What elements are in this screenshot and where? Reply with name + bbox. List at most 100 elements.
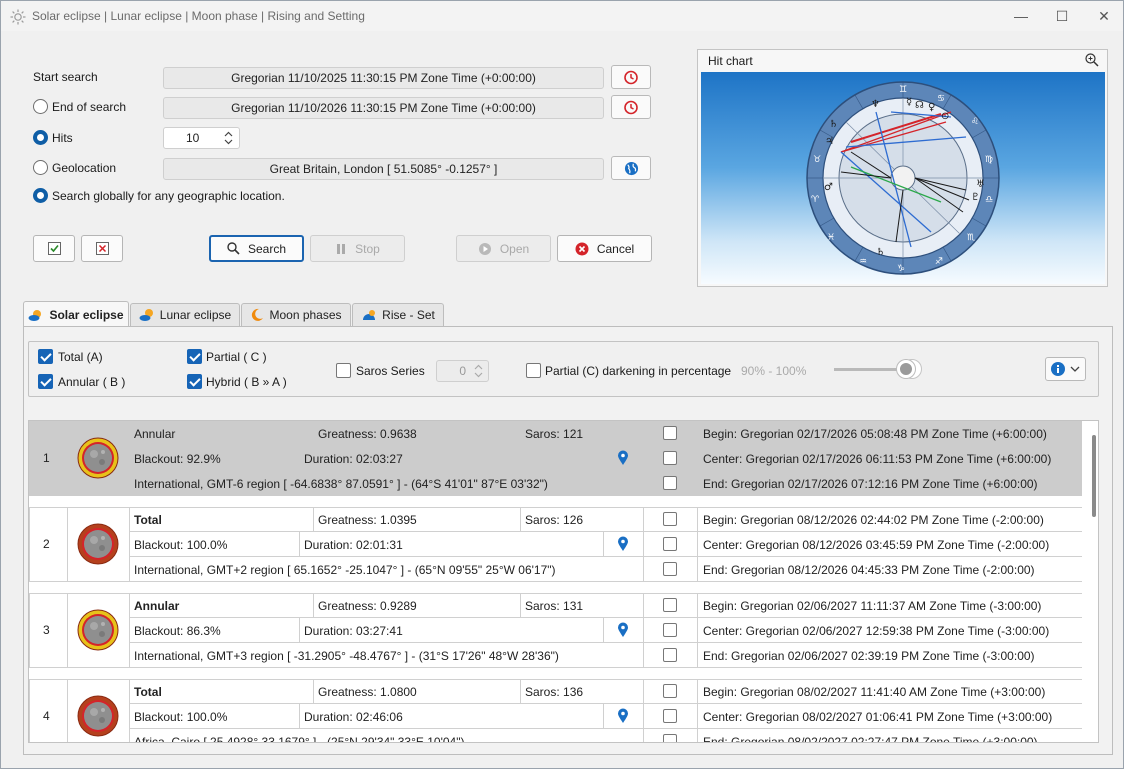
filter-total-checkbox[interactable] <box>38 349 53 364</box>
duration-value: Duration: 02:01:31 <box>304 538 403 552</box>
stop-button[interactable]: Stop <box>310 235 405 262</box>
col-divider <box>643 593 644 668</box>
search-button-label: Search <box>247 241 287 256</box>
saros-series-checkbox[interactable] <box>336 363 351 378</box>
row-inner-line <box>129 642 1082 643</box>
tab-label: Moon phases <box>269 308 342 322</box>
location-value: Africa, Cairo [ 25.4928° 33.1679° ] - (2… <box>134 735 465 743</box>
filter-partial-checkbox[interactable] <box>187 349 202 364</box>
tab-lunar-eclipse[interactable]: Lunar eclipse <box>130 303 240 326</box>
hits-radio[interactable] <box>33 130 48 145</box>
center-checkbox[interactable] <box>663 623 677 637</box>
cell-divider <box>603 703 604 728</box>
geolocation-label: Geolocation <box>52 161 117 175</box>
tab-label: Solar eclipse <box>49 307 124 322</box>
results-scrollbar[interactable] <box>1092 435 1096 517</box>
check-all-button[interactable] <box>33 235 75 262</box>
begin-time: Begin: Gregorian 02/17/2026 05:08:48 PM … <box>703 427 1047 441</box>
checkbox-checked-icon <box>47 242 61 255</box>
hits-stepper[interactable]: 10 <box>163 127 240 149</box>
col-divider <box>129 507 130 582</box>
center-time: Center: Gregorian 02/06/2027 12:59:38 PM… <box>703 624 1050 638</box>
end-checkbox[interactable] <box>663 476 677 490</box>
hits-label: Hits <box>52 131 73 145</box>
zoom-in-icon[interactable] <box>1085 53 1099 67</box>
end-checkbox[interactable] <box>663 648 677 662</box>
open-button[interactable]: Open <box>456 235 551 262</box>
tab-rise-set[interactable]: Rise - Set <box>352 303 444 326</box>
tab-moon-phases[interactable]: Moon phases <box>241 303 351 326</box>
end-checkbox[interactable] <box>663 734 677 742</box>
center-checkbox[interactable] <box>663 709 677 723</box>
geolocation-radio[interactable] <box>33 160 48 175</box>
begin-checkbox[interactable] <box>663 684 677 698</box>
astro-chart-canvas[interactable]: ♊ ♋ ♌ ♍ ♎ ♏ ♐ ♑ ♒ ♓ ♈ ♉ ♆ ☿ ☊ ♀ ⊙ ♄ ♃ ♂ … <box>701 72 1105 284</box>
duration-value: Duration: 02:46:06 <box>304 710 403 724</box>
end-search-radio[interactable] <box>33 99 48 114</box>
cancel-button[interactable]: Cancel <box>557 235 652 262</box>
minimize-icon: — <box>1014 8 1028 24</box>
astro-wheel: ♊♋♌ ♍♎♏ ♐♑♒ ♓♈♉ ♆ ☿ ☊ ♀⊙♄ ♃♂ ♅ ♇♄ <box>806 81 1000 275</box>
center-checkbox[interactable] <box>663 451 677 465</box>
stepper-arrows-icon[interactable] <box>474 364 483 378</box>
darkening-label: Partial (C) darkening in percentage <box>545 364 732 378</box>
svg-text:♋: ♋ <box>937 94 945 104</box>
map-pin-icon[interactable] <box>617 450 629 466</box>
center-checkbox[interactable] <box>663 537 677 551</box>
svg-text:♄: ♄ <box>829 119 838 130</box>
table-row[interactable]: 4 Total Greatness: 1.0800 Saros: 136 Blackou… <box>29 679 1082 743</box>
cell-divider <box>299 617 300 642</box>
maximize-button[interactable]: ☐ <box>1039 1 1085 31</box>
crescent-moon-icon <box>252 308 264 321</box>
begin-time: Begin: Gregorian 08/12/2026 02:44:02 PM … <box>703 513 1044 527</box>
uncheck-all-button[interactable] <box>81 235 123 262</box>
map-pin-icon[interactable] <box>617 536 629 552</box>
row-top-border <box>29 507 1082 508</box>
tab-solar-eclipse[interactable]: Solar eclipse <box>23 301 129 327</box>
svg-text:♐: ♐ <box>935 257 943 267</box>
eclipse-filter-panel: Total (A) Annular ( B ) Partial ( C ) Hy… <box>28 341 1099 397</box>
cell-divider <box>520 507 521 531</box>
begin-checkbox[interactable] <box>663 426 677 440</box>
saros-series-stepper[interactable]: 0 <box>436 360 489 382</box>
center-time: Center: Gregorian 08/12/2026 03:45:59 PM… <box>703 538 1050 552</box>
info-dropdown-button[interactable] <box>1045 357 1086 381</box>
map-pin-icon[interactable] <box>617 708 629 724</box>
results-list[interactable]: 1 Annular Greatness: 0.9638 Saros: 121 Black… <box>28 420 1099 743</box>
end-time-picker-button[interactable] <box>611 95 651 119</box>
geolocation-field[interactable]: Great Britain, London [ 51.5085° -0.1257… <box>163 158 604 180</box>
begin-time: Begin: Gregorian 08/02/2027 11:41:40 AM … <box>703 685 1046 699</box>
info-icon <box>1051 362 1065 376</box>
table-row[interactable]: 2 Total Greatness: 1.0395 Saros: 126 Blackou… <box>29 507 1082 582</box>
darkening-checkbox[interactable] <box>526 363 541 378</box>
title-bar: Solar eclipse | Lunar eclipse | Moon pha… <box>1 1 1123 31</box>
slider-thumb[interactable] <box>897 360 915 378</box>
begin-checkbox[interactable] <box>663 512 677 526</box>
hit-chart-title: Hit chart <box>708 54 753 68</box>
geolocation-picker-button[interactable] <box>611 156 651 180</box>
filter-hybrid-checkbox[interactable] <box>187 374 202 389</box>
table-row[interactable]: 1 Annular Greatness: 0.9638 Saros: 121 Black… <box>29 421 1082 496</box>
search-button[interactable]: Search <box>209 235 304 262</box>
svg-text:♀: ♀ <box>928 102 935 113</box>
row-index: 2 <box>43 537 50 551</box>
svg-text:♇: ♇ <box>971 192 980 203</box>
darkening-slider[interactable] <box>834 359 930 379</box>
end-search-field[interactable]: Gregorian 11/10/2026 11:30:15 PM Zone Ti… <box>163 97 604 119</box>
saros-value: Saros: 136 <box>525 685 584 699</box>
end-checkbox[interactable] <box>663 562 677 576</box>
row-bottom-border <box>29 581 1082 582</box>
stepper-arrows-icon[interactable] <box>224 131 233 145</box>
begin-checkbox[interactable] <box>663 598 677 612</box>
start-search-field[interactable]: Gregorian 11/10/2025 11:30:15 PM Zone Ti… <box>163 67 604 89</box>
search-globally-radio[interactable] <box>33 188 48 203</box>
minimize-button[interactable]: — <box>998 1 1044 31</box>
col-divider <box>67 593 68 668</box>
start-time-picker-button[interactable] <box>611 65 651 89</box>
close-button[interactable]: ✕ <box>1081 1 1124 31</box>
table-row[interactable]: 3 Annular Greatness: 0.9289 Saros: 131 Black… <box>29 593 1082 668</box>
tab-label: Lunar eclipse <box>159 308 232 322</box>
filter-annular-checkbox[interactable] <box>38 374 53 389</box>
map-pin-icon[interactable] <box>617 622 629 638</box>
solar-eclipse-icon <box>28 309 42 321</box>
